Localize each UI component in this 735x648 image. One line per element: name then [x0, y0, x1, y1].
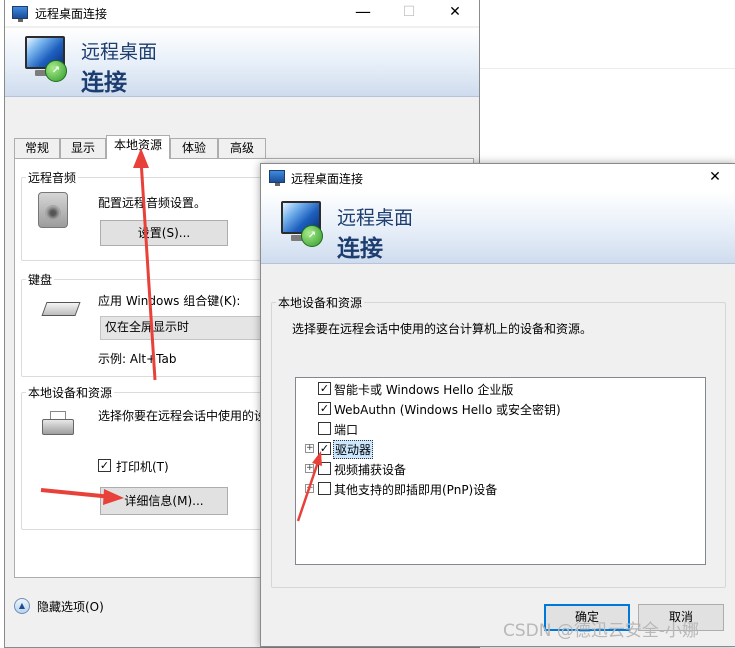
speaker-icon [38, 192, 68, 228]
tab-experience[interactable]: 体验 [170, 138, 218, 158]
fg-group-label: 本地设备和资源 [276, 294, 365, 311]
tree-item-drives[interactable]: 驱动器 [333, 440, 374, 459]
printer-icon [42, 411, 76, 437]
close-icon[interactable]: ✕ [432, 0, 478, 26]
devices-group-label: 本地设备和资源 [26, 384, 115, 401]
keyboard-group-label: 键盘 [26, 271, 55, 288]
smartcard-checkbox[interactable]: ✓ [318, 382, 331, 395]
bg-banner-line2: 连接 [81, 70, 127, 96]
keyboard-description: 应用 Windows 组合键(K): [98, 294, 241, 308]
fg-banner-line2: 连接 [337, 236, 383, 262]
fg-device-dialog: 远程桌面连接 ✕ ↗ 远程桌面 连接 本地设备和资源 选择要在远程会话中使用的这… [260, 163, 735, 647]
video-expander-icon[interactable]: + [305, 464, 314, 473]
background-divider [480, 68, 735, 69]
tab-display[interactable]: 显示 [60, 138, 106, 158]
drives-expander-icon[interactable]: + [305, 444, 314, 453]
tree-item-pnp[interactable]: 其他支持的即插即用(PnP)设备 [334, 481, 497, 498]
tree-item-smartcard[interactable]: 智能卡或 Windows Hello 企业版 [334, 381, 513, 398]
bg-banner-line1: 远程桌面 [81, 41, 158, 63]
bg-window-title: 远程桌面连接 [35, 7, 108, 21]
tab-advanced[interactable]: 高级 [218, 138, 266, 158]
remote-desktop-icon [269, 170, 285, 186]
audio-description: 配置远程音频设置。 [98, 196, 207, 210]
fg-banner-line1: 远程桌面 [337, 207, 414, 229]
tree-item-webauthn[interactable]: WebAuthn (Windows Hello 或安全密钥) [334, 401, 561, 418]
webauthn-checkbox[interactable]: ✓ [318, 402, 331, 415]
pnp-checkbox[interactable] [318, 482, 331, 495]
watermark-text: CSDN @德迅云安全-小娜 [503, 621, 700, 641]
pnp-expander-icon[interactable]: + [305, 484, 314, 493]
maximize-icon[interactable]: ☐ [386, 0, 432, 26]
tree-item-ports[interactable]: 端口 [334, 421, 358, 438]
background-page [480, 0, 735, 160]
fg-titlebar[interactable]: 远程桌面连接 ✕ [261, 164, 735, 191]
details-button[interactable]: 详细信息(M)... [100, 487, 228, 515]
audio-group-label: 远程音频 [26, 169, 79, 186]
device-tree[interactable]: ✓ 智能卡或 Windows Hello 企业版 ✓ WebAuthn (Win… [295, 377, 706, 565]
audio-settings-button[interactable]: 设置(S)... [100, 220, 228, 246]
tab-general[interactable]: 常规 [14, 138, 60, 158]
remote-desktop-monitor-icon: ↗ [21, 34, 69, 86]
hide-options-link[interactable]: 隐藏选项(O) [37, 598, 104, 615]
minimize-icon[interactable]: — [340, 0, 386, 26]
remote-desktop-icon [12, 6, 28, 22]
close-icon[interactable]: ✕ [695, 164, 735, 191]
keyboard-icon [41, 302, 81, 316]
video-checkbox[interactable] [318, 462, 331, 475]
printer-checkbox[interactable]: ✓ [98, 459, 111, 472]
remote-desktop-monitor-icon: ↗ [277, 199, 325, 251]
devices-description: 选择你要在远程会话中使用的设 [98, 409, 267, 423]
fg-window-title: 远程桌面连接 [291, 172, 364, 186]
fg-description: 选择要在远程会话中使用的这台计算机上的设备和资源。 [292, 322, 593, 336]
fg-devices-group: 本地设备和资源 选择要在远程会话中使用的这台计算机上的设备和资源。 ✓ 智能卡或… [271, 294, 726, 588]
tree-item-video[interactable]: 视频捕获设备 [334, 461, 406, 478]
keyboard-example: 示例: Alt+Tab [98, 352, 177, 366]
drives-checkbox[interactable]: ✓ [318, 442, 331, 455]
bg-banner: ↗ 远程桌面 连接 [5, 28, 479, 97]
tab-local-resources[interactable]: 本地资源 [106, 135, 170, 159]
collapse-options-icon[interactable]: ▲ [14, 598, 30, 614]
bg-titlebar[interactable]: 远程桌面连接 — ☐ ✕ [5, 0, 479, 26]
printer-label: 打印机(T) [116, 460, 169, 474]
ports-checkbox[interactable] [318, 422, 331, 435]
fg-banner: ↗ 远程桌面 连接 [261, 191, 735, 264]
